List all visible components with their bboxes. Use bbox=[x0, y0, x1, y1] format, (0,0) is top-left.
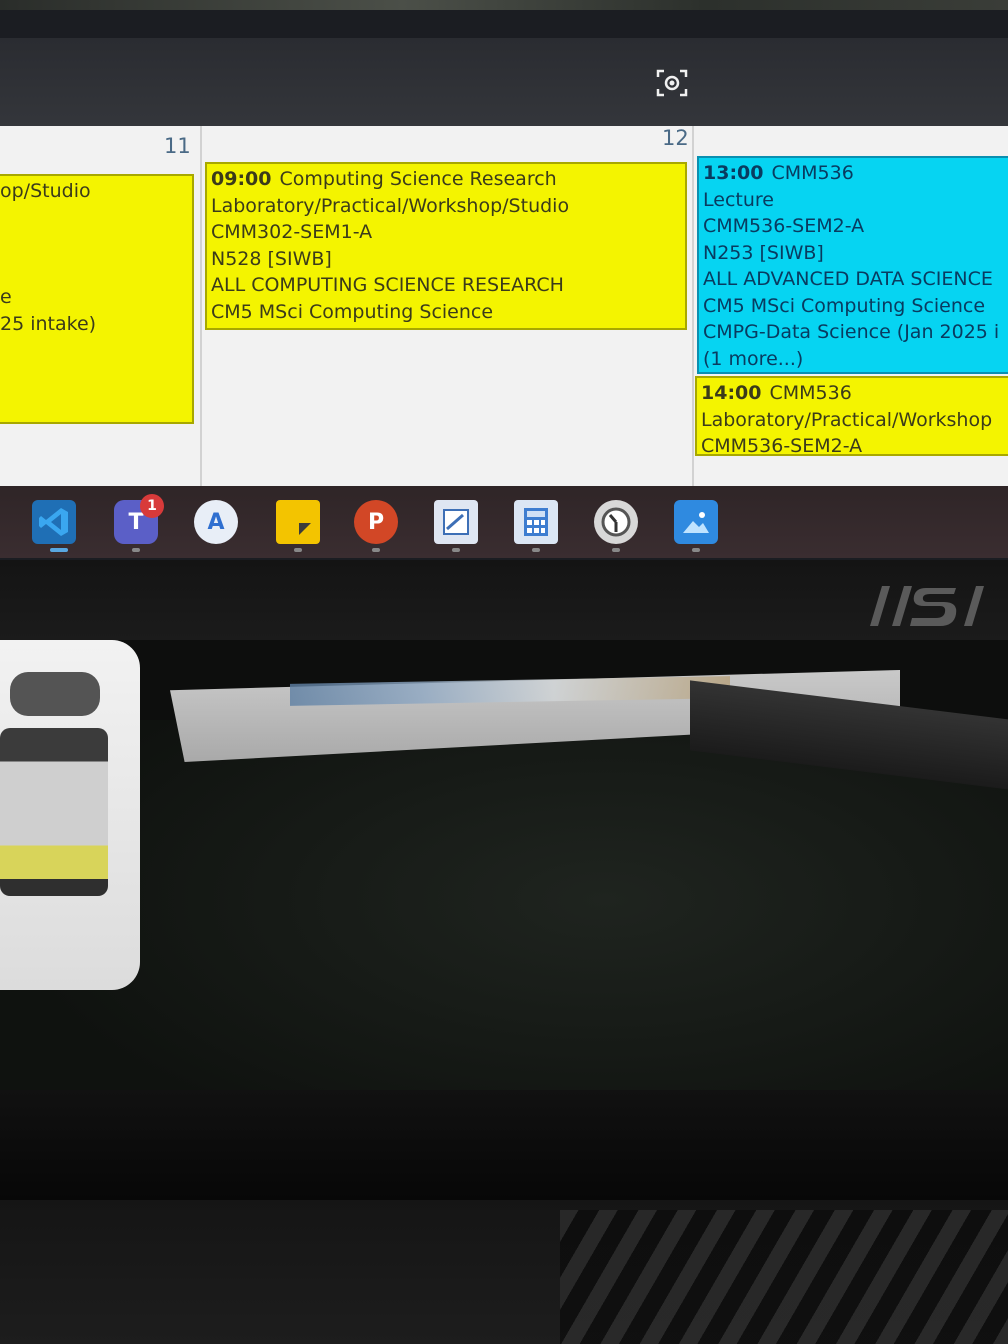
event-title: CMM536 bbox=[771, 162, 854, 184]
sticky-note-glyph-icon bbox=[299, 523, 311, 535]
event-detail: CMM536-SEM2-A bbox=[703, 215, 865, 237]
event-detail: e bbox=[0, 286, 12, 308]
powerpoint-icon[interactable]: P bbox=[354, 500, 398, 544]
notification-badge: 1 bbox=[140, 494, 164, 518]
app-store-glyph: A bbox=[207, 509, 225, 535]
running-indicator bbox=[612, 548, 620, 552]
event-time: 09:00 bbox=[211, 168, 272, 190]
sticky-notes-icon[interactable] bbox=[276, 500, 320, 544]
running-indicator bbox=[452, 548, 460, 552]
desk-edge bbox=[0, 1090, 1008, 1200]
event-detail: Laboratory/Practical/Workshop/Studio bbox=[211, 194, 570, 217]
event-detail: N528 [SIWB] bbox=[211, 247, 332, 270]
event-more-link[interactable]: (1 more...) bbox=[703, 346, 1008, 373]
calculator-icon[interactable] bbox=[514, 500, 558, 544]
patterned-rug bbox=[560, 1210, 1008, 1344]
event-detail bbox=[0, 231, 188, 258]
running-indicator bbox=[132, 548, 140, 552]
vscode-logo-icon bbox=[39, 508, 68, 536]
active-indicator bbox=[50, 548, 68, 552]
clock-face-icon bbox=[601, 507, 631, 537]
monitor-brand-logo-icon bbox=[870, 586, 984, 626]
event-detail: CM5 MSci Computing Science bbox=[703, 294, 986, 317]
vscode-icon[interactable] bbox=[32, 500, 76, 544]
event-title: Computing Science Research bbox=[279, 168, 557, 190]
event-detail bbox=[0, 258, 188, 285]
event-title: CMM536 bbox=[769, 382, 852, 404]
whiteboard-glyph-icon bbox=[443, 509, 469, 535]
calendar-event[interactable]: 09:00 Computing Science Research Laborato… bbox=[205, 162, 687, 330]
powerpoint-glyph: P bbox=[367, 509, 385, 535]
event-detail bbox=[0, 205, 188, 232]
monitor-lower-bezel bbox=[0, 560, 1008, 640]
monitor-screen: 11 12 op/Studio e 25 intake) 09:00 Comput… bbox=[0, 38, 1008, 558]
running-indicator bbox=[294, 548, 302, 552]
event-detail: ALL COMPUTING SCIENCE RESEARCH bbox=[211, 274, 564, 296]
device-display bbox=[0, 728, 108, 896]
whiteboard-icon[interactable] bbox=[434, 500, 478, 544]
event-detail: op/Studio bbox=[0, 180, 91, 202]
taskbar: T 1 A P bbox=[0, 486, 1008, 558]
device-button bbox=[10, 672, 100, 716]
app-top-bar bbox=[0, 38, 1008, 128]
event-detail: Lecture bbox=[703, 188, 774, 211]
event-detail: Laboratory/Practical/Workshop bbox=[701, 408, 993, 431]
calendar-event[interactable]: 14:00 CMM536 Laboratory/Practical/Worksho… bbox=[695, 376, 1008, 456]
running-indicator bbox=[532, 548, 540, 552]
day-column-divider bbox=[200, 126, 202, 486]
event-detail: CMM536-SEM2-A bbox=[701, 435, 863, 456]
calculator-glyph-icon bbox=[524, 508, 548, 536]
event-detail: CMM302-SEM1-A bbox=[211, 221, 373, 243]
event-detail: CMPG-Data Science (Jan 2025 i bbox=[703, 321, 1000, 343]
event-detail: 25 intake) bbox=[0, 312, 97, 335]
calendar-event[interactable]: op/Studio e 25 intake) bbox=[0, 174, 194, 424]
event-detail: ALL ADVANCED DATA SCIENCE bbox=[703, 268, 993, 290]
event-detail: N253 [SIWB] bbox=[703, 241, 824, 264]
day-number-11[interactable]: 11 bbox=[164, 134, 191, 158]
running-indicator bbox=[372, 548, 380, 552]
event-detail: CM5 MSci Computing Science bbox=[211, 300, 494, 323]
photos-icon[interactable] bbox=[674, 500, 718, 544]
running-indicator bbox=[692, 548, 700, 552]
event-time: 14:00 bbox=[701, 382, 762, 404]
day-column-divider bbox=[692, 126, 694, 486]
app-store-icon[interactable]: A bbox=[194, 500, 238, 544]
calendar-week-view: 11 12 op/Studio e 25 intake) 09:00 Comput… bbox=[0, 126, 1008, 486]
clock-icon[interactable] bbox=[594, 500, 638, 544]
day-number-12[interactable]: 12 bbox=[662, 126, 689, 150]
focus-mode-icon[interactable] bbox=[656, 68, 688, 98]
teams-glyph: T bbox=[128, 509, 144, 535]
photos-glyph-icon bbox=[683, 512, 709, 533]
event-time: 13:00 bbox=[703, 162, 764, 184]
calendar-event[interactable]: 13:00 CMM536 Lecture CMM536-SEM2-A N253 [… bbox=[697, 156, 1008, 374]
